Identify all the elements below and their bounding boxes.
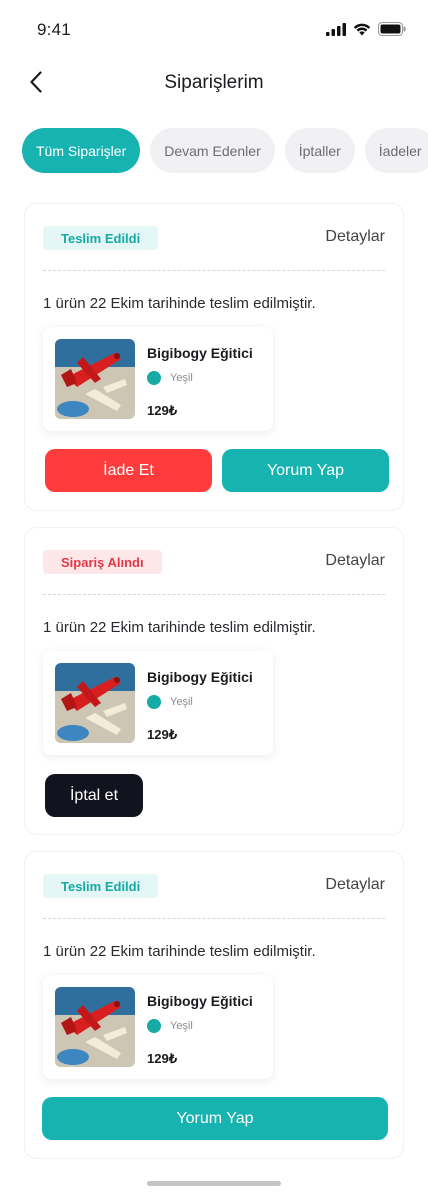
product-card[interactable]: Bigibogy Eğitici Yeşil 129₺	[43, 327, 273, 431]
divider	[43, 918, 385, 919]
product-color: Yeşil	[147, 1019, 193, 1033]
color-label: Yeşil	[170, 372, 193, 384]
product-price: 129₺	[147, 1051, 177, 1066]
review-button[interactable]: Yorum Yap	[42, 1097, 388, 1140]
home-indicator	[147, 1181, 281, 1186]
tab-cancellations[interactable]: İptaller	[284, 128, 355, 173]
color-swatch	[147, 371, 161, 385]
status-icons	[326, 22, 406, 41]
tab-all-orders[interactable]: Tüm Siparişler	[22, 128, 141, 173]
cancel-order-button[interactable]: İptal et	[45, 774, 143, 817]
details-link[interactable]: Detaylar	[325, 876, 385, 894]
divider	[43, 594, 385, 595]
status-badge: Sipariş Alındı	[43, 550, 162, 574]
product-image	[55, 339, 135, 419]
return-button[interactable]: İade Et	[45, 449, 212, 492]
delivery-message: 1 ürün 22 Ekim tarihinde teslim edilmişt…	[43, 295, 316, 312]
color-swatch	[147, 695, 161, 709]
product-image	[55, 987, 135, 1067]
product-image	[55, 663, 135, 743]
product-card[interactable]: Bigibogy Eğitici Yeşil 129₺	[43, 651, 273, 755]
details-link[interactable]: Detaylar	[325, 228, 385, 246]
color-swatch	[147, 1019, 161, 1033]
header: Siparişlerim	[0, 62, 428, 106]
battery-icon	[378, 22, 406, 41]
status-badge: Teslim Edildi	[43, 874, 159, 898]
status-time: 9:41	[37, 20, 71, 39]
order-filter-tabs: Tüm Siparişler Devam Edenler İptaller İa…	[22, 128, 428, 174]
order-card: Teslim Edildi Detaylar 1 ürün 22 Ekim ta…	[24, 203, 404, 511]
order-card: Sipariş Alındı Detaylar 1 ürün 22 Ekim t…	[24, 527, 404, 835]
product-name: Bigibogy Eğitici	[147, 993, 253, 1009]
tab-returns[interactable]: İadeler	[364, 128, 428, 173]
review-button[interactable]: Yorum Yap	[222, 449, 389, 492]
page-title: Siparişlerim	[164, 72, 264, 93]
product-color: Yeşil	[147, 695, 193, 709]
color-label: Yeşil	[170, 1020, 193, 1032]
delivery-message: 1 ürün 22 Ekim tarihinde teslim edilmişt…	[43, 619, 316, 636]
order-card: Teslim Edildi Detaylar 1 ürün 22 Ekim ta…	[24, 851, 404, 1159]
product-name: Bigibogy Eğitici	[147, 669, 253, 685]
status-badge: Teslim Edildi	[43, 226, 159, 250]
tab-in-progress[interactable]: Devam Edenler	[150, 128, 275, 173]
details-link[interactable]: Detaylar	[325, 552, 385, 570]
product-color: Yeşil	[147, 371, 193, 385]
status-bar: 9:41	[0, 0, 428, 60]
color-label: Yeşil	[170, 696, 193, 708]
product-card[interactable]: Bigibogy Eğitici Yeşil 129₺	[43, 975, 273, 1079]
divider	[43, 270, 385, 271]
product-price: 129₺	[147, 727, 177, 742]
cellular-signal-icon	[326, 22, 346, 41]
wifi-icon	[353, 23, 371, 41]
product-price: 129₺	[147, 403, 177, 418]
product-name: Bigibogy Eğitici	[147, 345, 253, 361]
delivery-message: 1 ürün 22 Ekim tarihinde teslim edilmişt…	[43, 943, 316, 960]
